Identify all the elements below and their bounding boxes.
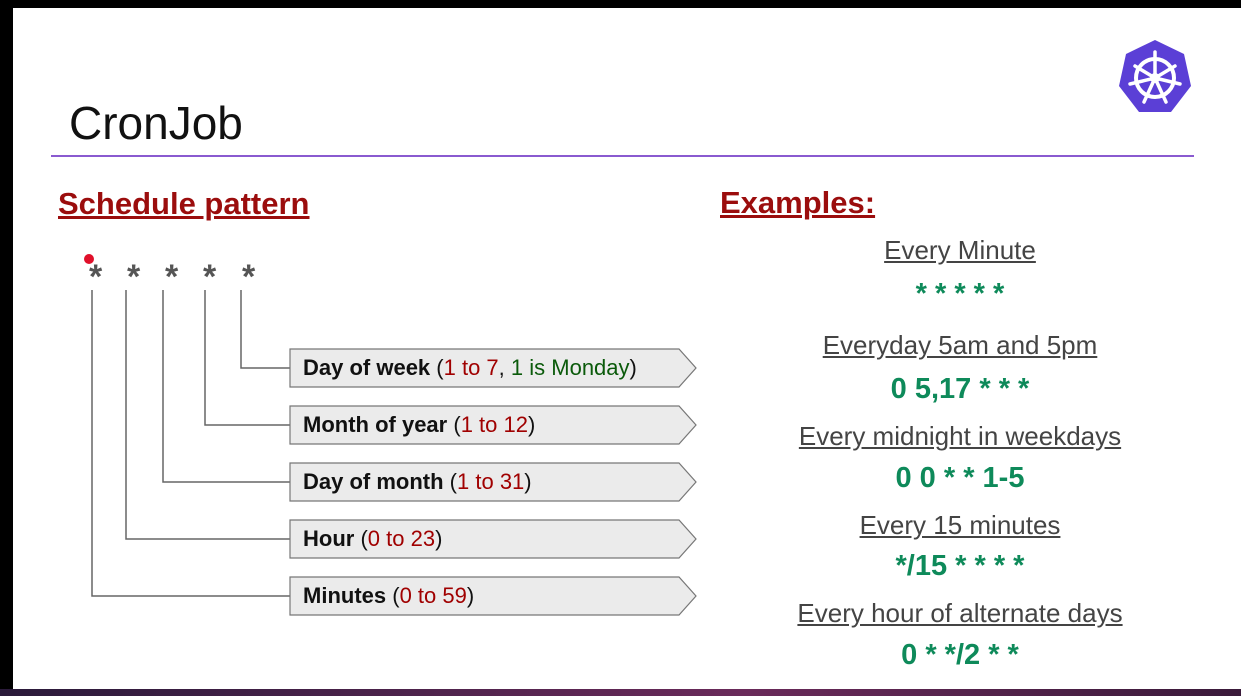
field-range: 1 to 12 <box>460 412 528 437</box>
field-range: 1 to 7 <box>443 355 499 380</box>
example-title: Every hour of alternate days <box>797 598 1123 628</box>
example-title: Everyday 5am and 5pm <box>822 330 1098 360</box>
field-connector-lines <box>91 290 697 616</box>
paren-close: ) <box>527 412 536 437</box>
field-range: 1 to 31 <box>457 469 525 494</box>
example-cron-value: 0 5,17 * * * <box>890 373 1030 405</box>
kubernetes-helm-icon <box>1119 40 1191 112</box>
paren-open: ( <box>354 526 368 551</box>
field-label-day-of-month: Day of month (1 to 31) <box>303 469 532 495</box>
field-range: 0 to 59 <box>399 583 467 608</box>
field-name: Month of year <box>303 412 448 437</box>
field-name: Minutes <box>303 583 387 608</box>
example-cron-value: 0 0 * * 1-5 <box>895 462 1025 494</box>
field-range: 0 to 23 <box>367 526 436 551</box>
paren-open: ( <box>443 469 458 494</box>
paren-open: ( <box>447 412 461 437</box>
field-label-minutes: Minutes (0 to 59) <box>303 583 474 609</box>
paren-close: ) <box>524 469 532 494</box>
field-label-day-of-week: Day of week (1 to 7, 1 is Monday) <box>303 355 637 381</box>
example-cron-value: */15 * * * * <box>895 550 1025 582</box>
field-note: 1 is Monday <box>510 355 630 380</box>
slide: CronJob Schedule pattern Examples: * * *… <box>13 8 1241 689</box>
paren-close: ) <box>629 355 637 380</box>
example-title: Every Minute <box>884 235 1036 265</box>
example-cron-value: 0 * */2 * * <box>901 639 1019 671</box>
paren-close: ) <box>466 583 475 608</box>
paren-close: ) <box>435 526 443 551</box>
field-name: Day of week <box>303 355 431 380</box>
field-label-hour: Hour (0 to 23) <box>303 526 442 552</box>
field-name: Hour <box>303 526 355 551</box>
examples-heading: Examples: <box>720 185 876 220</box>
separator: , <box>498 355 511 380</box>
field-label-month-of-year: Month of year (1 to 12) <box>303 412 535 438</box>
paren-open: ( <box>386 583 400 608</box>
field-name: Day of month <box>303 469 444 494</box>
example-cron-value: * * * * * <box>915 278 1005 310</box>
bottom-accent-bar <box>0 689 1241 696</box>
example-title: Every midnight in weekdays <box>798 421 1122 451</box>
paren-open: ( <box>430 355 444 380</box>
example-title: Every 15 minutes <box>859 510 1061 540</box>
